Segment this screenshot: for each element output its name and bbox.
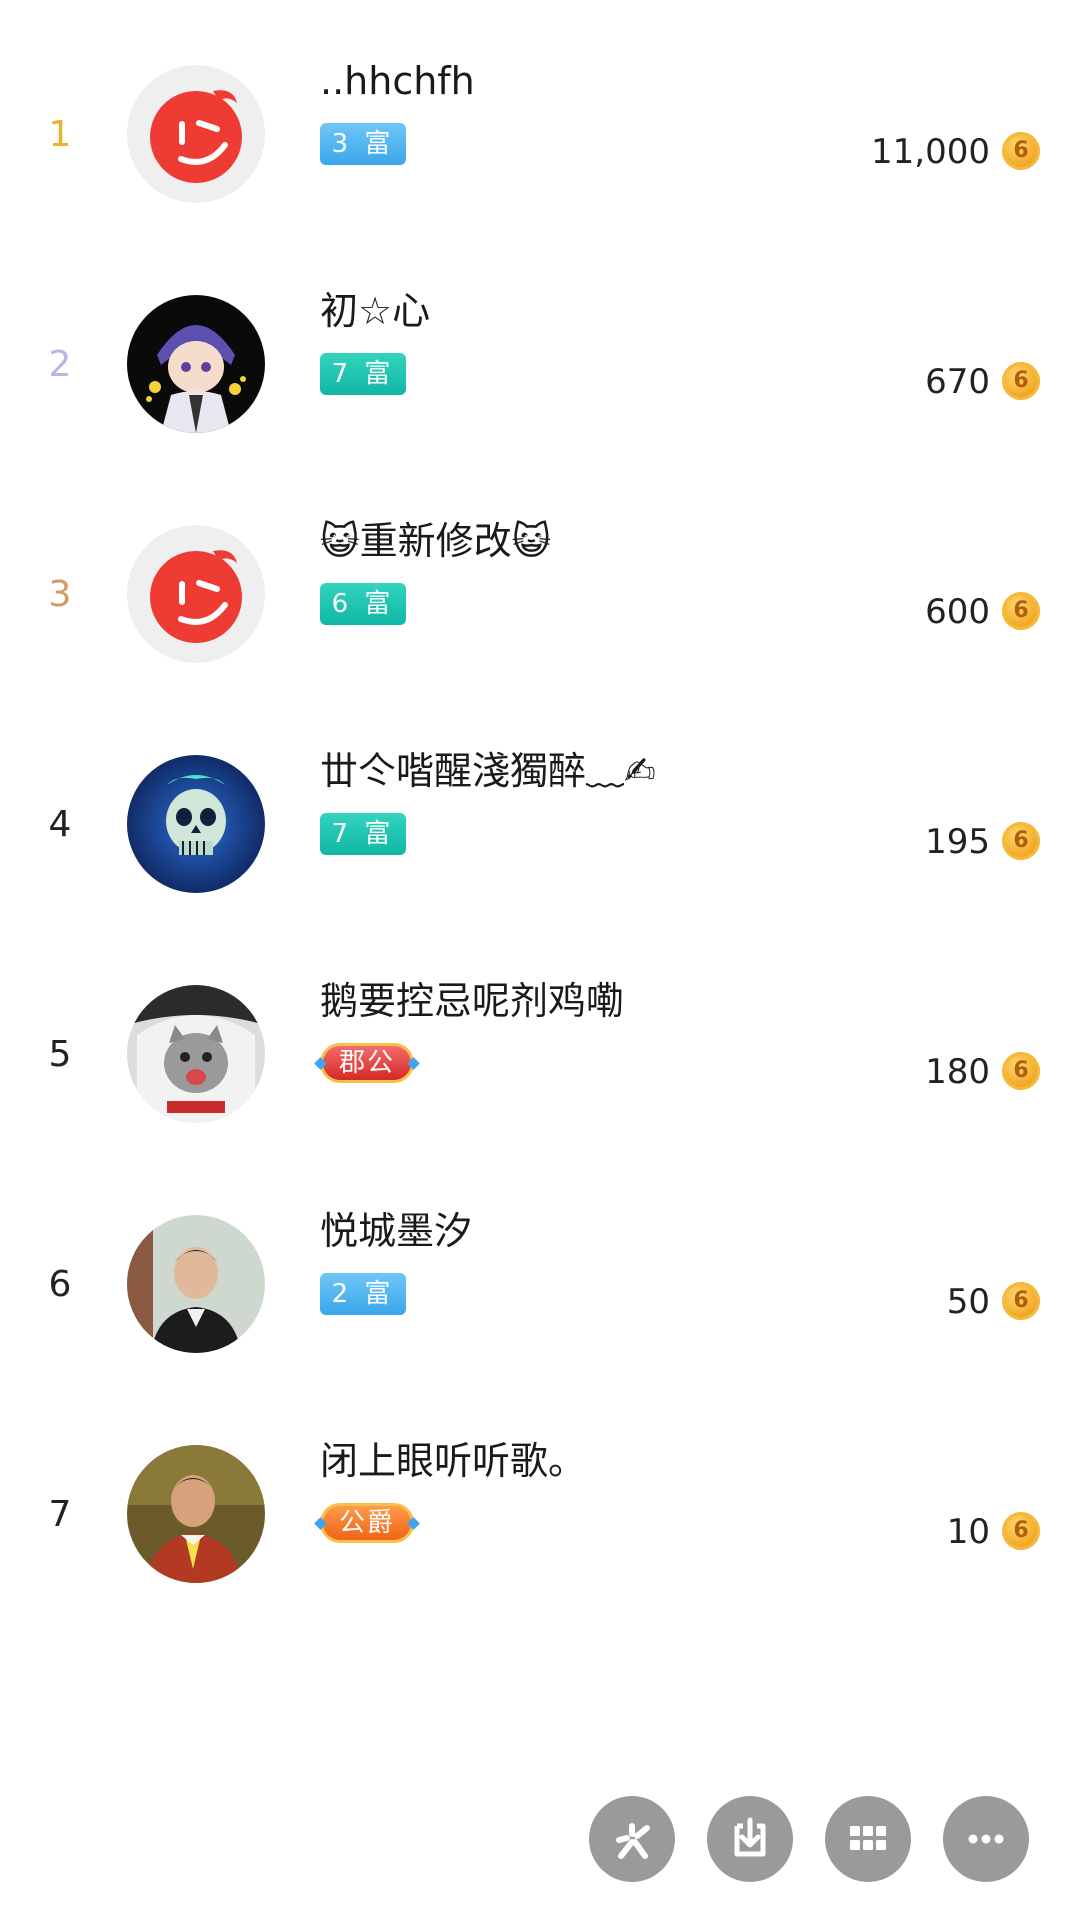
user-name[interactable]: 初☆心 (320, 286, 430, 336)
ranking-page: 1 ..hhchfh 3 富 11,000 6 2 初☆心 7 富 670 6 … (0, 0, 1080, 1920)
rank-number: 7 (48, 1494, 72, 1535)
ranking-row[interactable]: 4 丗仒喈醒淺獨醉﹏✍ 7 富 195 6 (0, 710, 1080, 940)
ranking-row[interactable]: 5 鹅要控忌呢剂鸡嘞 郡公 180 6 (0, 940, 1080, 1170)
share-button[interactable] (589, 1796, 675, 1882)
grid-icon (850, 1826, 886, 1850)
apps-button[interactable] (825, 1796, 911, 1882)
avatar[interactable] (127, 525, 265, 663)
rank-number: 6 (48, 1264, 72, 1305)
user-name[interactable]: 闭上眼听听歌。 (320, 1436, 586, 1486)
wealth-level-badge: 7 富 (320, 813, 406, 855)
wealth-level-badge: 7 富 (320, 353, 406, 395)
avatar[interactable] (127, 65, 265, 203)
coin-icon: 6 (1002, 822, 1040, 860)
red-wink-logo-icon (127, 525, 265, 663)
ranking-row[interactable]: 1 ..hhchfh 3 富 11,000 6 (0, 20, 1080, 250)
avatar[interactable] (127, 295, 265, 433)
ranking-row[interactable]: 7 闭上眼听听歌。 公爵 10 6 (0, 1400, 1080, 1630)
user-name[interactable]: 悦城墨汐 (320, 1206, 472, 1256)
red-wink-logo-icon (127, 65, 265, 203)
coin-icon: 6 (1002, 1512, 1040, 1550)
noble-title-badge: 郡公 (320, 1043, 414, 1083)
noble-title-badge: 公爵 (320, 1503, 414, 1543)
contribution-amount: 10 (946, 1512, 990, 1552)
ranking-row[interactable]: 6 悦城墨汐 2 富 50 6 (0, 1170, 1080, 1400)
rank-number: 5 (48, 1034, 72, 1075)
floating-toolbar (0, 1796, 1080, 1886)
contribution-amount: 195 (925, 822, 990, 862)
download-button[interactable] (707, 1796, 793, 1882)
avatar[interactable] (127, 1215, 265, 1353)
rank-number: 3 (48, 574, 72, 615)
contribution-amount: 11,000 (871, 132, 990, 172)
user-name[interactable]: 😺重新修改😺 (320, 516, 551, 566)
coin-icon: 6 (1002, 592, 1040, 630)
more-icon (968, 1834, 1004, 1844)
coin-icon: 6 (1002, 1052, 1040, 1090)
avatar[interactable] (127, 755, 265, 893)
contribution-amount: 600 (925, 592, 990, 632)
coin-icon: 6 (1002, 362, 1040, 400)
man-portrait-icon (127, 1215, 265, 1353)
share-spark-icon (616, 1823, 650, 1859)
avatar[interactable] (127, 1445, 265, 1583)
user-name[interactable]: 鹅要控忌呢剂鸡嘞 (320, 976, 624, 1026)
contribution-amount: 180 (925, 1052, 990, 1092)
rank-number: 2 (48, 344, 72, 385)
contribution-amount: 670 (925, 362, 990, 402)
more-button[interactable] (943, 1796, 1029, 1882)
man-suit-icon (127, 1445, 265, 1583)
contribution-amount: 50 (946, 1282, 990, 1322)
avatar[interactable] (127, 985, 265, 1123)
ranking-row[interactable]: 2 初☆心 7 富 670 6 (0, 250, 1080, 480)
blue-skull-icon (127, 755, 265, 893)
wealth-level-badge: 3 富 (320, 123, 406, 165)
download-icon (734, 1817, 766, 1857)
coin-icon: 6 (1002, 1282, 1040, 1320)
wealth-level-badge: 2 富 (320, 1273, 406, 1315)
rank-number: 4 (48, 804, 72, 845)
anime-character-icon (127, 295, 265, 433)
user-name[interactable]: 丗仒喈醒淺獨醉﹏✍ (320, 746, 656, 796)
wealth-level-badge: 6 富 (320, 583, 406, 625)
coin-icon: 6 (1002, 132, 1040, 170)
ranking-row[interactable]: 3 😺重新修改😺 6 富 600 6 (0, 480, 1080, 710)
cat-hoodie-icon (127, 985, 265, 1123)
rank-number: 1 (48, 114, 72, 155)
user-name[interactable]: ..hhchfh (320, 56, 475, 106)
